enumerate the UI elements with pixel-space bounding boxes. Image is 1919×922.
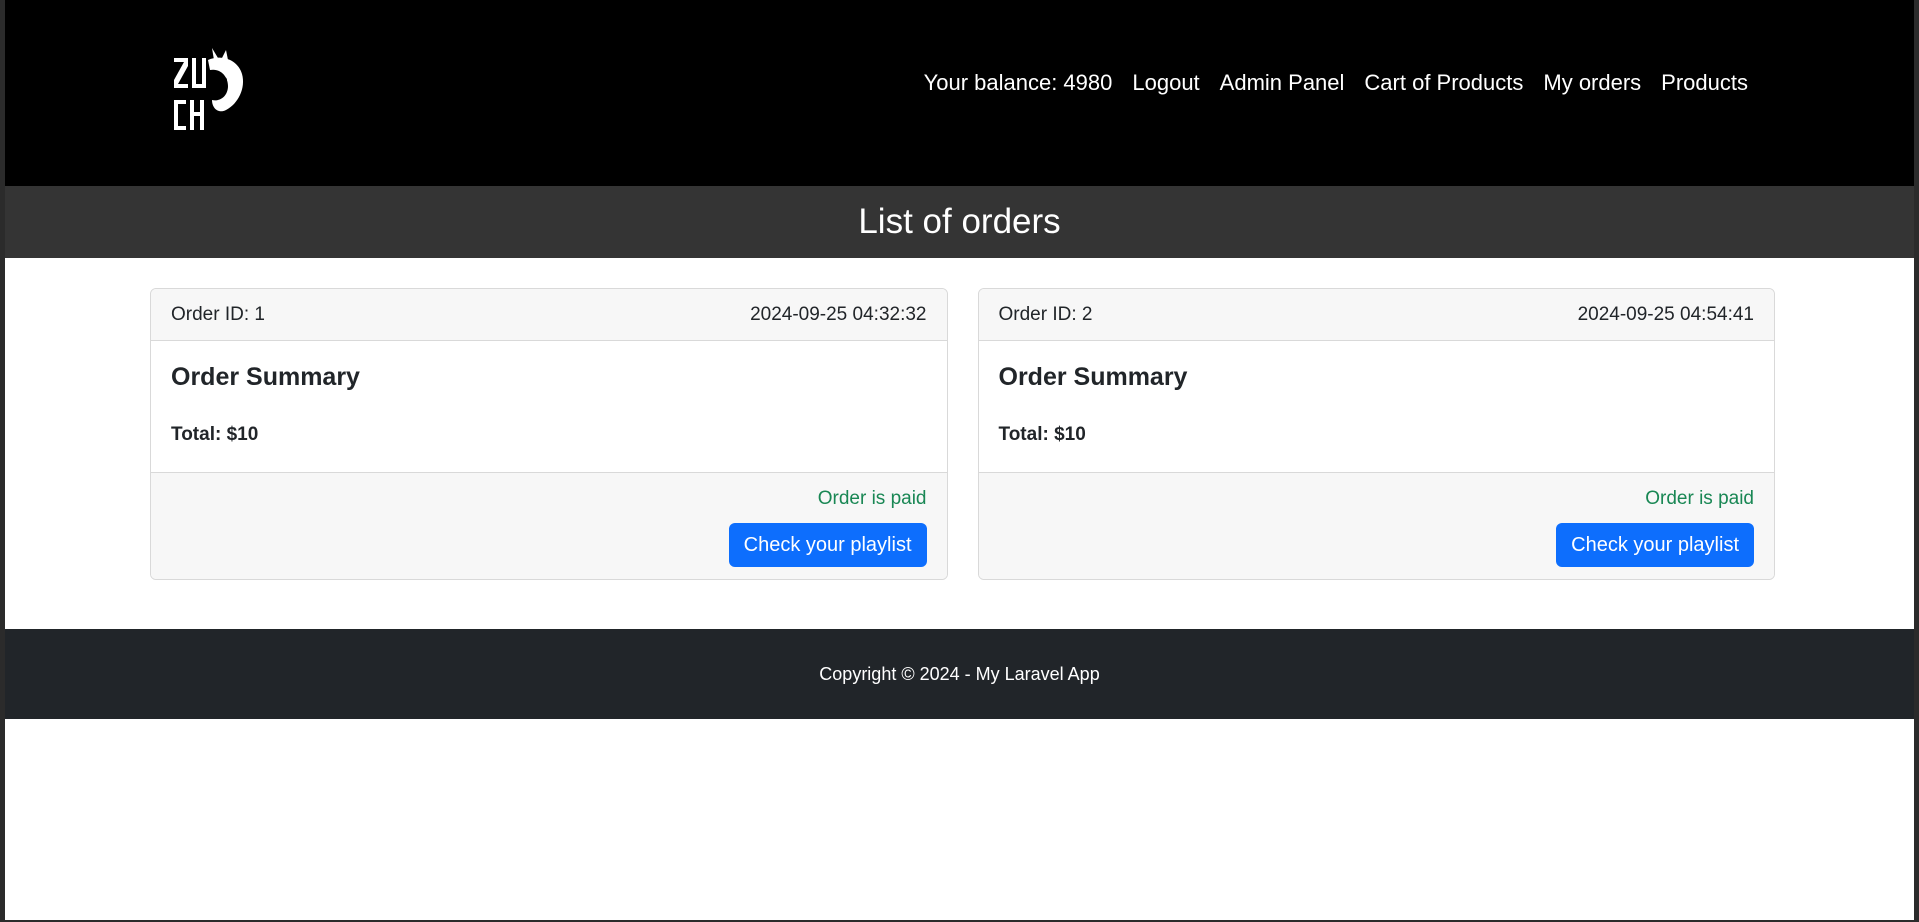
order-card-footer: Order is paid Check your playlist [151, 472, 947, 579]
brand-logo[interactable] [168, 44, 248, 140]
navbar: Your balance: 4980 Logout Admin Panel Ca… [5, 0, 1914, 186]
nav-menu: Your balance: 4980 Logout Admin Panel Ca… [914, 68, 1758, 98]
order-status: Order is paid [1645, 488, 1754, 509]
order-card-header: Order ID: 1 2024-09-25 04:32:32 [151, 289, 947, 341]
nav-my-orders[interactable]: My orders [1533, 68, 1651, 98]
order-id: Order ID: 1 [171, 303, 265, 325]
page-footer: Copyright © 2024 - My Laravel App [5, 629, 1914, 719]
order-id: Order ID: 2 [998, 303, 1093, 325]
nav-products[interactable]: Products [1651, 68, 1758, 98]
order-card-body: Order Summary Total: $10 [979, 341, 1775, 472]
nav-admin-panel[interactable]: Admin Panel [1210, 68, 1355, 98]
order-total: Total: $10 [998, 424, 1086, 445]
check-playlist-button[interactable]: Check your playlist [728, 523, 927, 567]
page-frame: Your balance: 4980 Logout Admin Panel Ca… [0, 0, 1919, 922]
balance-display: Your balance: 4980 [923, 70, 1113, 95]
order-total: Total: $10 [171, 424, 259, 445]
order-summary-title: Order Summary [171, 363, 360, 391]
nav-logout[interactable]: Logout [1122, 68, 1209, 98]
order-card-header: Order ID: 2 2024-09-25 04:54:41 [978, 289, 1774, 341]
copyright-text: Copyright © 2024 - My Laravel App [819, 663, 1100, 684]
order-status: Order is paid [817, 488, 927, 509]
order-summary-title: Order Summary [998, 363, 1188, 391]
order-card-body: Order Summary Total: $10 [151, 341, 947, 472]
check-playlist-button[interactable]: Check your playlist [1556, 523, 1754, 567]
page-title-bar: List of orders [5, 186, 1914, 258]
order-card: Order ID: 2 2024-09-25 04:54:41 Order Su… [977, 288, 1775, 580]
order-date: 2024-09-25 04:32:32 [750, 303, 927, 325]
orders-list: Order ID: 1 2024-09-25 04:32:32 Order Su… [150, 288, 1775, 580]
nav-cart-of-products[interactable]: Cart of Products [1354, 68, 1533, 98]
order-card: Order ID: 1 2024-09-25 04:32:32 Order Su… [150, 288, 948, 580]
order-card-footer: Order is paid Check your playlist [978, 472, 1774, 579]
page-title: List of orders [858, 202, 1061, 241]
order-date: 2024-09-25 04:54:41 [1577, 303, 1754, 325]
